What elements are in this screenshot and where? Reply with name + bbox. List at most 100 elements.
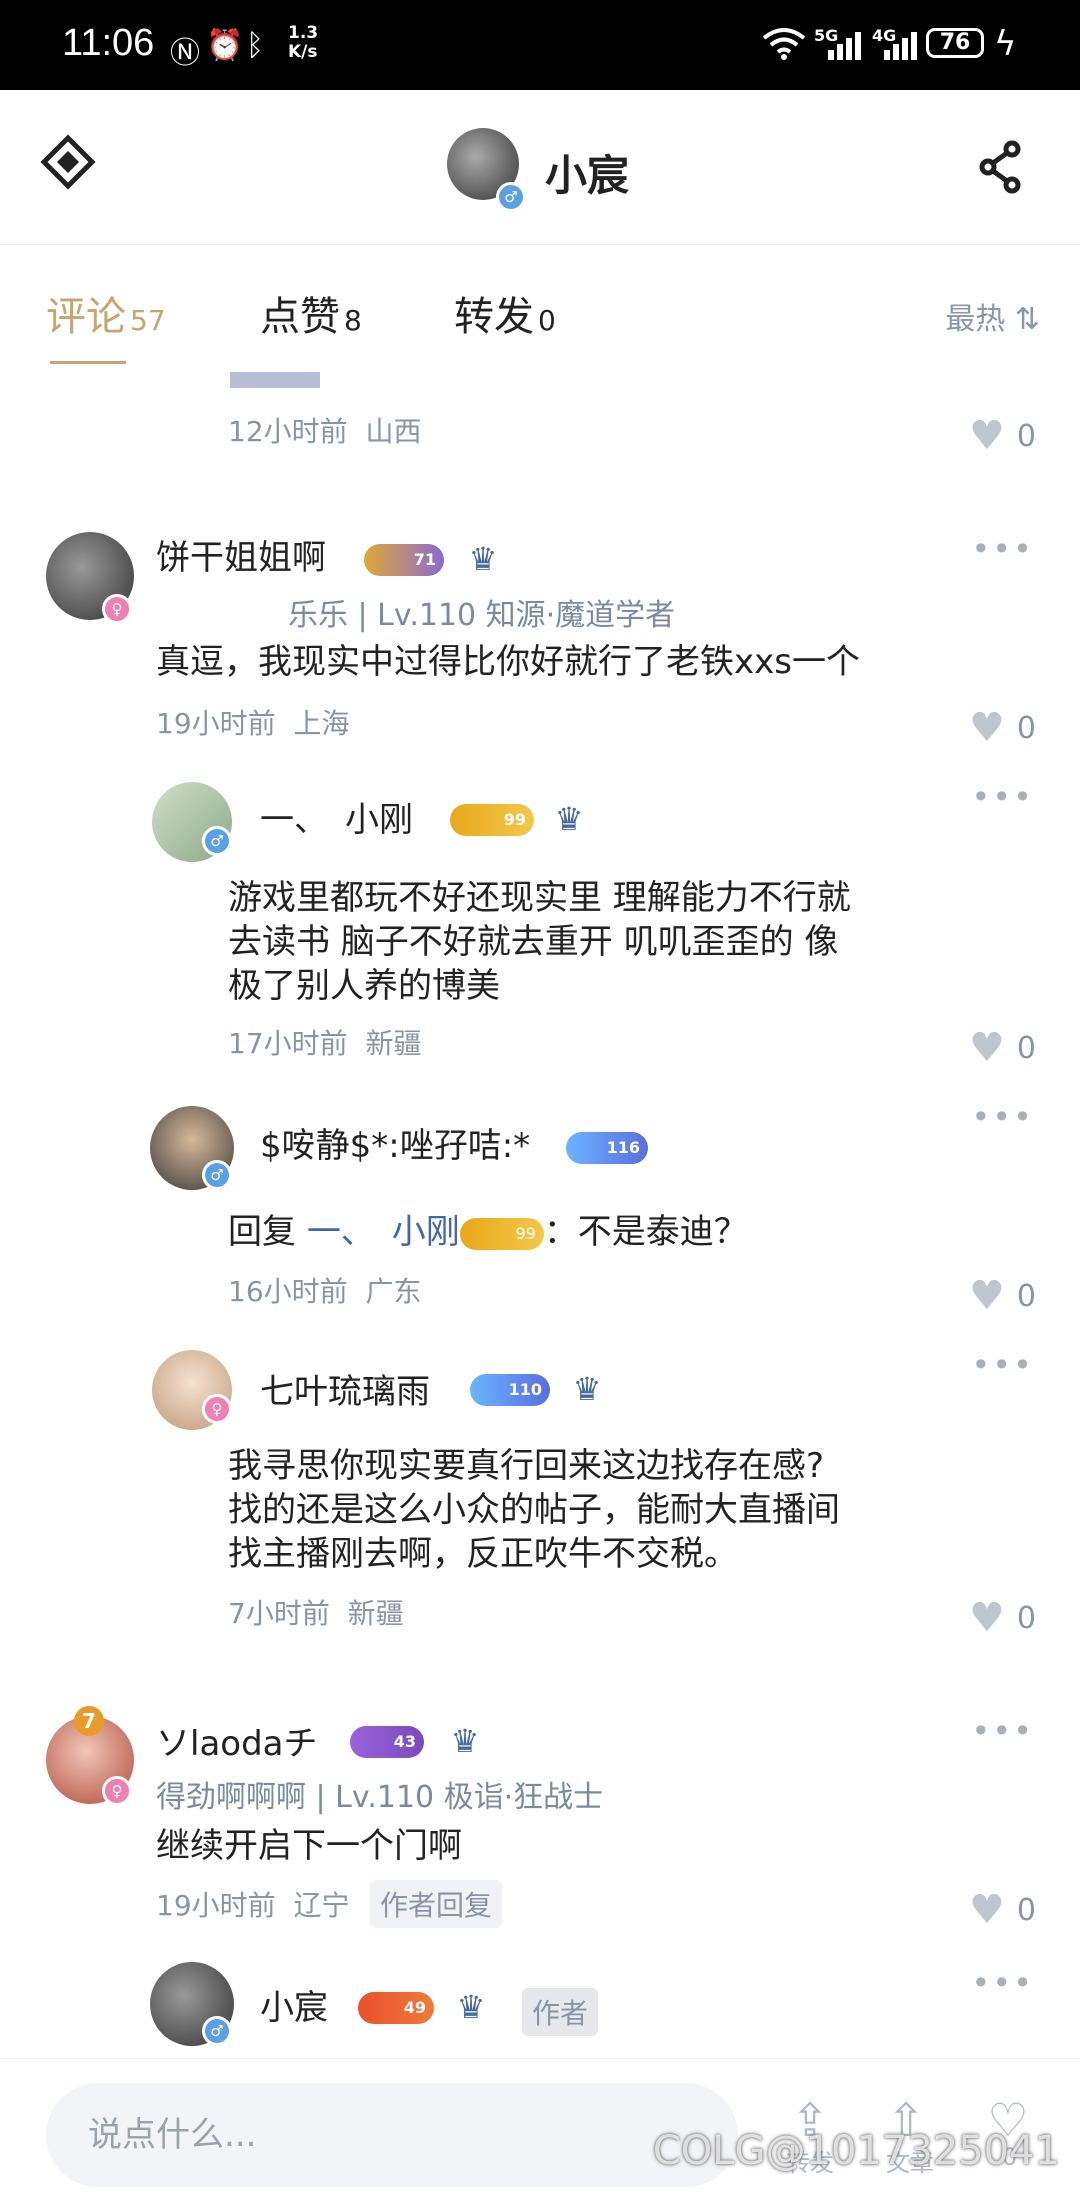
level-badge: 71 <box>364 544 444 576</box>
like-count: 0 <box>1016 1601 1036 1636</box>
reply-time: 7小时前 <box>228 1597 330 1630</box>
heart-icon: ♥ <box>969 1025 1005 1071</box>
sort-icon: ⇅ <box>1014 302 1040 337</box>
tab-forwards-label: 转发 <box>454 294 534 340</box>
heart-icon: ♥ <box>969 705 1005 751</box>
alarm-icon: ⏰ <box>206 28 244 63</box>
reply-text: 回复 一、 小刚 99 ：不是泰迪？ <box>228 1210 748 1254</box>
reply-like-button[interactable]: ♥ 0 <box>969 1022 1036 1071</box>
charging-icon: ϟ <box>994 24 1017 64</box>
signal-5g-icon <box>828 32 861 60</box>
comment-meta: 19小时前 辽宁 <box>156 1884 349 1924</box>
comment-input[interactable]: 说点什么... <box>46 2083 738 2187</box>
prev-comment-like-button[interactable]: ♥ 0 <box>969 410 1036 459</box>
prev-comment-location: 山西 <box>365 415 422 448</box>
tab-forwards-count: 0 <box>538 304 556 337</box>
author-name[interactable]: 小宸 <box>545 142 629 203</box>
tab-likes[interactable]: 点赞 8 <box>260 284 362 342</box>
more-dots-icon[interactable]: ••• <box>971 530 1034 568</box>
reply-time: 17小时前 <box>228 1027 348 1060</box>
commenter-name[interactable]: ソlaodaチ <box>156 1716 318 1765</box>
tab-bar: 评论 57 点赞 8 转发 0 最热 ⇅ <box>0 244 1080 364</box>
avatar-level-badge: 7 <box>74 1706 104 1736</box>
replier-name[interactable]: $咹静$*:唑孖咭:* <box>260 1118 530 1167</box>
tab-comments[interactable]: 评论 57 <box>46 284 166 342</box>
rank-emblem-icon: ♛ <box>572 1370 602 1408</box>
status-time: 11:06 <box>62 22 155 64</box>
more-dots-icon[interactable]: ••• <box>971 1098 1034 1136</box>
tab-likes-count: 8 <box>344 304 362 337</box>
reply-meta: 17小时前 新疆 <box>228 1022 421 1062</box>
logo-icon[interactable] <box>40 134 96 190</box>
level-badge: 110 <box>470 1374 550 1406</box>
reply-body: ：不是泰迪？ <box>543 1212 748 1252</box>
like-count: 0 <box>1016 711 1036 746</box>
more-dots-icon[interactable]: ••• <box>971 778 1034 816</box>
level-badge: 99 <box>459 1217 544 1250</box>
reply-location: 新疆 <box>365 1027 422 1060</box>
rank-emblem-icon: ♛ <box>456 1988 486 2026</box>
male-icon: ♂ <box>202 826 232 856</box>
male-icon: ♂ <box>496 182 526 212</box>
reply-meta: 7小时前 新疆 <box>228 1592 404 1632</box>
comment-text: 继续开启下一个门啊 <box>156 1826 462 1866</box>
comment-location: 上海 <box>293 707 350 740</box>
reply-like-button[interactable]: ♥ 0 <box>969 1270 1036 1319</box>
reply-text: 我寻思你现实要真行回来这边找存在感? 找的还是这么小众的帖子，能耐大直播间 找主… <box>228 1444 840 1576</box>
female-icon: ♀ <box>202 1394 232 1424</box>
heart-icon: ♥ <box>969 1273 1005 1319</box>
header: ♂ 小宸 <box>0 90 1080 245</box>
reply-text: 游戏里都玩不好还现实里 理解能力不行就 去读书 脑子不好就去重开 叽叽歪歪的 像… <box>228 876 851 1008</box>
level-badge: 49 <box>358 1992 434 2024</box>
male-icon: ♂ <box>202 2016 232 2046</box>
previous-comment-image <box>230 372 320 388</box>
level-badge: 99 <box>450 804 534 836</box>
rank-emblem-icon: ♛ <box>450 1722 480 1760</box>
like-count: 0 <box>1016 419 1036 454</box>
level-badge: 43 <box>350 1726 424 1758</box>
comment-location: 辽宁 <box>293 1889 350 1922</box>
comment-time: 19小时前 <box>156 707 276 740</box>
net-speed: 1.3 K/s <box>288 24 318 62</box>
active-tab-indicator <box>50 361 126 364</box>
commenter-guild-info: 乐乐 | Lv.110 知源·魔道学者 <box>288 598 676 633</box>
reply-location: 新疆 <box>347 1597 404 1630</box>
net-speed-unit: K/s <box>288 42 318 62</box>
reply-text-line: 极了别人养的博美 <box>228 966 500 1006</box>
tab-comments-count: 57 <box>130 304 166 337</box>
author-tag: 作者 <box>522 1988 599 2036</box>
reply-text-line: 我寻思你现实要真行回来这边找存在感? <box>228 1446 825 1486</box>
reply-meta: 16小时前 广东 <box>228 1270 421 1310</box>
tab-comments-label: 评论 <box>46 294 126 340</box>
wifi-icon <box>762 28 806 60</box>
reply-mention[interactable]: 一、 小刚 <box>307 1212 460 1252</box>
reply-prefix: 回复 <box>228 1212 296 1252</box>
share-node-icon[interactable] <box>978 140 1024 194</box>
more-dots-icon[interactable]: ••• <box>971 1712 1034 1750</box>
reply-location: 广东 <box>365 1275 422 1308</box>
comment-like-button[interactable]: ♥ 0 <box>969 702 1036 751</box>
replier-name[interactable]: 小宸 <box>260 1980 328 2029</box>
comment-like-button[interactable]: ♥ 0 <box>969 1884 1036 1933</box>
battery-indicator: 76 <box>926 28 984 58</box>
bluetooth-icon: ᛒ <box>246 28 264 63</box>
tab-forwards[interactable]: 转发 0 <box>454 284 556 342</box>
comment-text: 真逗，我现实中过得比你好就行了老铁xxs一个 <box>156 642 860 682</box>
prev-comment-time: 12小时前 <box>228 415 348 448</box>
author-reply-tag: 作者回复 <box>370 1880 503 1928</box>
female-icon: ♀ <box>102 1776 132 1806</box>
replier-name[interactable]: 七叶琉璃雨 <box>260 1364 430 1413</box>
commenter-name[interactable]: 饼干姐姐啊 <box>156 530 326 579</box>
replier-name[interactable]: 一、 小刚 <box>260 792 413 841</box>
level-badge: 116 <box>566 1132 648 1164</box>
reply-text-line: 找的还是这么小众的帖子，能耐大直播间 <box>228 1490 840 1530</box>
reply-time: 16小时前 <box>228 1275 348 1308</box>
more-dots-icon[interactable]: ••• <box>971 1346 1034 1384</box>
comment-time: 19小时前 <box>156 1889 276 1922</box>
reply-like-button[interactable]: ♥ 0 <box>969 1592 1036 1641</box>
rank-emblem-icon: ♛ <box>468 540 498 578</box>
more-dots-icon[interactable]: ••• <box>971 1964 1034 2002</box>
commenter-guild-info: 得劲啊啊啊 | Lv.110 极诣·狂战士 <box>156 1780 604 1815</box>
reply-text-line: 游戏里都玩不好还现实里 理解能力不行就 <box>228 878 851 918</box>
sort-button[interactable]: 最热 ⇅ <box>945 294 1040 338</box>
